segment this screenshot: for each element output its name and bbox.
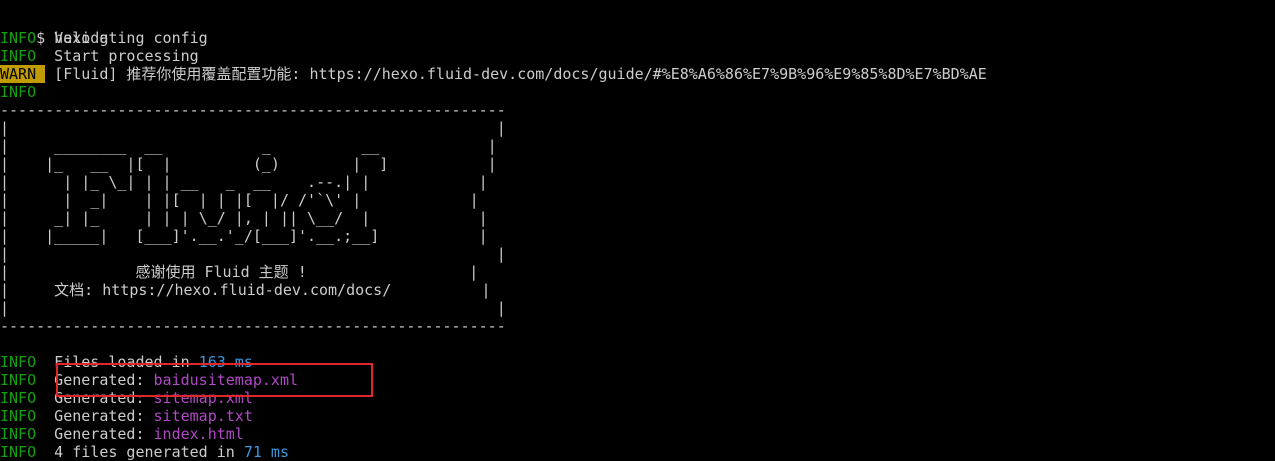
log-line-validating: INFO Validating config bbox=[0, 29, 1275, 47]
info-tag: INFO bbox=[0, 389, 46, 407]
info-tag: INFO bbox=[0, 29, 46, 47]
log-line-generated: INFO Generated: sitemap.txt bbox=[0, 407, 1275, 425]
banner-line: | _| |_ | | | \_/ |, | || \__/ | | bbox=[0, 209, 488, 227]
banner-line: | | bbox=[0, 119, 506, 137]
banner-line: | |_____| [___]'.__.'_/[___]'.__.;__] | bbox=[0, 227, 488, 245]
info-tag: INFO bbox=[0, 443, 46, 461]
banner-border-bottom: ----------------------------------------… bbox=[0, 317, 506, 335]
log-message: Generated: bbox=[45, 407, 154, 425]
warn-tag: WARN bbox=[0, 65, 46, 83]
log-message: Start processing bbox=[45, 47, 199, 65]
top-partial-line bbox=[0, 0, 1275, 11]
log-message: Generated: bbox=[45, 425, 154, 443]
log-line-info-empty: INFO bbox=[0, 83, 1275, 101]
log-line-total: INFO 4 files generated in 71 ms bbox=[0, 443, 1275, 461]
warn-message: [Fluid] 推荐你使用覆盖配置功能: https://hexo.fluid-… bbox=[45, 65, 987, 83]
info-tag: INFO bbox=[0, 425, 46, 443]
prompt-line: $ hexo g bbox=[0, 11, 1275, 47]
banner-border-top: ----------------------------------------… bbox=[0, 101, 506, 119]
banner-line: | | bbox=[0, 245, 506, 263]
banner-line: | | |_ \_| | | __ _ __ .--.| | | bbox=[0, 173, 488, 191]
banner-line: | 文档: https://hexo.fluid-dev.com/docs/ | bbox=[0, 281, 491, 299]
info-tag: INFO bbox=[0, 407, 46, 425]
log-line-generated: INFO Generated: index.html bbox=[0, 425, 1275, 443]
log-line-processing: INFO Start processing bbox=[0, 47, 1275, 65]
banner-line: | ________ __ _ __ | bbox=[0, 137, 497, 155]
banner-line: | | bbox=[0, 299, 506, 317]
info-tag: INFO bbox=[0, 371, 46, 389]
log-line-warn: WARN [Fluid] 推荐你使用覆盖配置功能: https://hexo.f… bbox=[0, 65, 1275, 83]
generated-file: sitemap.txt bbox=[153, 407, 253, 425]
info-tag: INFO bbox=[0, 83, 46, 101]
banner-line: | 感谢使用 Fluid 主题 ! | bbox=[0, 263, 479, 281]
info-tag: INFO bbox=[0, 47, 46, 65]
banner-line: | |_ __ |[ | (_) | ] | bbox=[0, 155, 497, 173]
info-tag: INFO bbox=[0, 353, 46, 371]
log-message: Validating config bbox=[45, 29, 208, 47]
total-time: 71 ms bbox=[243, 443, 289, 461]
highlight-box bbox=[56, 363, 373, 397]
log-message: 4 files generated in bbox=[45, 443, 244, 461]
banner-line: | | _| | |[ | | |[ |/ /'`\' | | bbox=[0, 191, 479, 209]
generated-file: index.html bbox=[153, 425, 244, 443]
